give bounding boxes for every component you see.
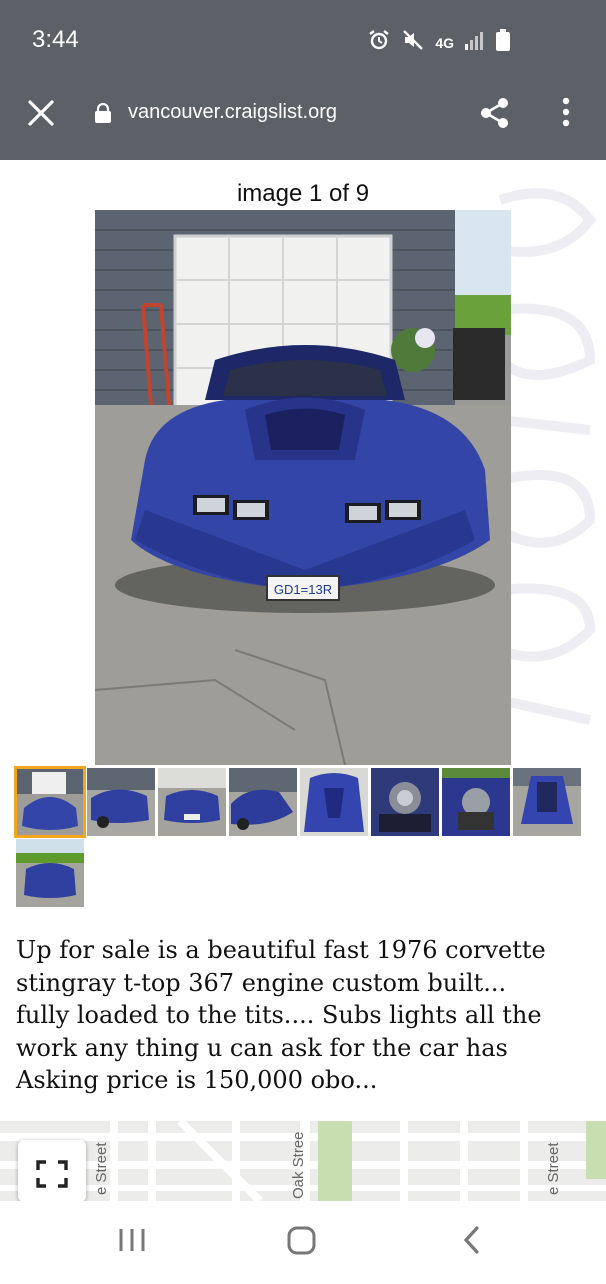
share-icon[interactable] <box>478 96 512 130</box>
signal-icon <box>464 30 486 55</box>
status-bar: 3:44 4G <box>0 0 606 80</box>
thumbnail-1[interactable] <box>14 766 86 838</box>
network-4g-icon: 4G <box>435 34 454 51</box>
alarm-icon <box>367 28 391 57</box>
main-photo[interactable]: GD1=13R <box>95 210 511 765</box>
network-label: 4G <box>435 34 454 51</box>
thumbnail-6[interactable] <box>371 768 439 836</box>
status-icons: 4G <box>367 28 510 57</box>
battery-icon <box>496 29 510 56</box>
description-line: fully loaded to the tits.... Subs lights… <box>16 1001 542 1029</box>
description-line: Asking price is 150,000 obo... <box>16 1066 378 1094</box>
location-map[interactable]: e Street Oak Stree e Street <box>0 1121 606 1201</box>
back-icon[interactable] <box>463 1226 479 1254</box>
close-icon[interactable] <box>24 96 58 130</box>
thumbnail-2[interactable] <box>87 768 155 836</box>
system-nav-bar <box>0 1201 606 1279</box>
description-line: work any thing u can ask for the car has <box>16 1033 508 1062</box>
street-label: Oak Stree <box>290 1131 307 1199</box>
license-plate: GD1=13R <box>274 582 332 597</box>
fullscreen-icon <box>36 1160 68 1188</box>
street-label: e Street <box>93 1142 110 1195</box>
home-icon[interactable] <box>287 1226 316 1255</box>
recent-apps-icon[interactable] <box>119 1229 145 1251</box>
listing-description: Up for sale is a beautiful fast 1976 cor… <box>16 934 591 1097</box>
thumbnail-4[interactable] <box>229 768 297 836</box>
thumbnail-7[interactable] <box>442 768 510 836</box>
image-counter: image 1 of 9 <box>236 180 370 207</box>
more-vert-icon[interactable] <box>556 96 576 130</box>
thumbnail-8[interactable] <box>513 768 581 836</box>
fullscreen-map-button[interactable] <box>18 1140 86 1202</box>
description-line: stingray t-top 367 engine custom built..… <box>16 968 507 997</box>
thumbnail-9[interactable] <box>16 839 84 907</box>
thumbnail-3[interactable] <box>158 768 226 836</box>
status-time: 3:44 <box>32 26 79 53</box>
description-line: Up for sale is a beautiful fast 1976 cor… <box>16 936 546 964</box>
mute-icon <box>401 28 425 57</box>
lock-icon <box>94 102 112 123</box>
url-text[interactable]: vancouver.craigslist.org <box>128 101 337 124</box>
thumbnail-5[interactable] <box>300 768 368 836</box>
street-label: e Street <box>545 1142 562 1195</box>
